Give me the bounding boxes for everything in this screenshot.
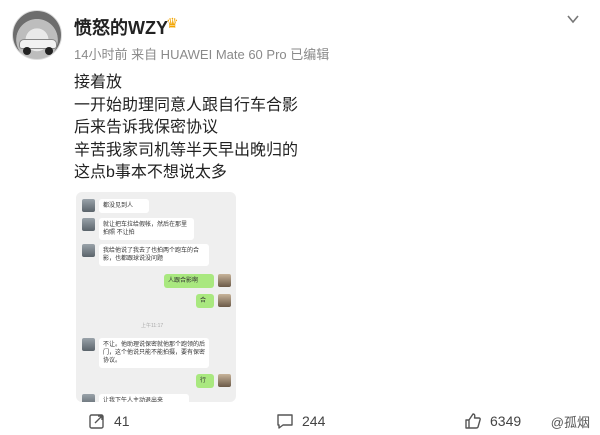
comment-count: 244 (302, 413, 326, 429)
chat-bubble: 行 (196, 374, 214, 388)
like-button[interactable]: 6349 (464, 410, 521, 432)
chat-screenshot-image[interactable]: 都没见到人 就让把车拉给假帐，然后在那里拍照 不让拍 我给他说了我去了也拍两个跑… (76, 192, 236, 402)
watermark: @孤烟 (551, 412, 590, 431)
crown-icon: ♛ (166, 15, 179, 31)
thumbs-up-icon (465, 413, 481, 429)
post-meta: 14小时前 来自 HUAWEI Mate 60 Pro 已编辑 (74, 47, 330, 62)
chat-avatar (218, 294, 231, 307)
like-count: 6349 (490, 413, 522, 429)
post-text: 接着放 一开始助理同意人跟自行车合影 后来告诉我保密协议 辛苦我家司机等半天早出… (74, 72, 534, 185)
post-line: 这点b事本不想说太多 (74, 164, 227, 181)
comment-button[interactable]: 244 (276, 410, 325, 432)
chat-bubble: 我给他说了我去了也拍两个跑车的合影，也都跟球说没问题 (99, 244, 209, 266)
chat-avatar (218, 274, 231, 287)
chat-avatar (82, 218, 95, 231)
chat-avatar (82, 199, 95, 212)
action-bar: 41 244 6349 @孤烟 (0, 406, 600, 435)
chat-bubble: 就让把车拉给假帐，然后在那里拍照 不让拍 (99, 218, 194, 240)
watermark-text: @孤烟 (550, 415, 590, 430)
repost-button[interactable]: 41 (88, 410, 130, 432)
chat-bubble: 人跟合影啊 (164, 274, 214, 288)
post-line: 一开始助理同意人跟自行车合影 (74, 96, 299, 114)
post-header: 愤怒的WZY ♛ 14小时前 来自 HUAWEI Mate 60 Pro 已编辑 (12, 8, 588, 70)
post-line: 后来告诉我保密协议 (74, 119, 219, 136)
avatar-wheel (23, 47, 31, 55)
chat-avatar (82, 338, 95, 351)
chat-bubble: 合 (196, 294, 214, 308)
comment-icon (277, 414, 293, 429)
chat-avatar (218, 374, 231, 387)
chevron-down-icon[interactable] (566, 12, 580, 26)
chat-bubble: 都没见到人 (99, 199, 149, 213)
post-line: 接着放 (74, 74, 123, 91)
chat-bubble: 让我下午人主动退出来 (99, 394, 189, 402)
post-line: 辛苦我家司机等半天早出晚归的 (74, 141, 299, 159)
chat-avatar (82, 244, 95, 257)
avatar[interactable] (12, 10, 62, 60)
username[interactable]: 愤怒的WZY (74, 14, 168, 40)
repost-icon (89, 414, 104, 429)
avatar-wheel (45, 47, 53, 55)
chat-bubble: 不让。他助理说保密就他那个跑领的后门，这个他说只能不能拍摄，要有保密协议。 (99, 338, 209, 368)
chat-avatar (82, 394, 95, 402)
repost-count: 41 (114, 413, 130, 429)
chat-timestamp: 上午11:17 (141, 323, 164, 329)
